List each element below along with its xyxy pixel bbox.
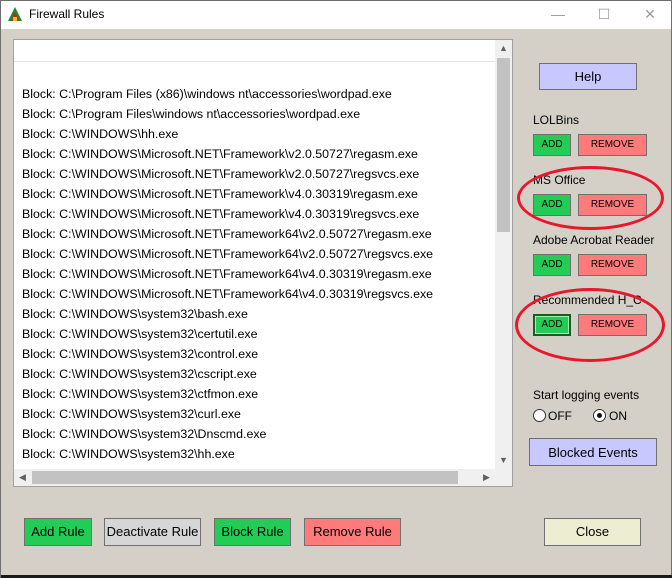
rule-list-item[interactable]: Block: C:\WINDOWS\system32\certutil.exe	[22, 324, 433, 344]
rule-list-item[interactable]: Block: C:\WINDOWS\system32\curl.exe	[22, 404, 433, 424]
deactivate-rule-button[interactable]: Deactivate Rule	[104, 518, 201, 546]
recommended-add-button[interactable]: ADD	[533, 314, 571, 336]
group-label-lolbins: LOLBins	[533, 113, 580, 127]
lolbins-remove-button[interactable]: REMOVE	[578, 134, 647, 156]
lolbins-add-button[interactable]: ADD	[533, 134, 571, 156]
logging-off-option[interactable]: OFF	[533, 408, 577, 424]
rule-list-item[interactable]: Block: C:\WINDOWS\Microsoft.NET\Framewor…	[22, 284, 433, 304]
rule-list-item[interactable]: Block: C:\WINDOWS\system32\control.exe	[22, 344, 433, 364]
rule-list-item[interactable]: Block: C:\WINDOWS\Microsoft.NET\Framewor…	[22, 144, 433, 164]
blocked-events-button[interactable]: Blocked Events	[529, 438, 657, 466]
help-button[interactable]: Help	[539, 63, 637, 90]
rule-list-item[interactable]: Block: C:\WINDOWS\system32\bash.exe	[22, 304, 433, 324]
ms-office-remove-button[interactable]: REMOVE	[578, 194, 647, 216]
rule-list-item[interactable]: Block: C:\WINDOWS\system32\hh.exe	[22, 444, 433, 464]
rules-listbox[interactable]: Block: C:\Program Files (x86)\windows nt…	[13, 39, 513, 487]
rule-list-item[interactable]: Block: C:\WINDOWS\Microsoft.NET\Framewor…	[22, 244, 433, 264]
add-rule-button[interactable]: Add Rule	[24, 518, 92, 546]
radio-off-icon[interactable]	[533, 409, 546, 422]
rule-list-item[interactable]: Block: C:\WINDOWS\Microsoft.NET\Framewor…	[22, 204, 433, 224]
horizontal-scrollbar[interactable]: ◀ ▶	[14, 469, 495, 486]
scroll-up-arrow-icon[interactable]: ▲	[495, 40, 512, 57]
list-first-row[interactable]	[14, 40, 495, 62]
block-rule-button[interactable]: Block Rule	[214, 518, 291, 546]
logging-off-label: OFF	[548, 409, 572, 423]
radio-on-icon[interactable]	[593, 409, 606, 422]
rule-list-item[interactable]: Block: C:\WINDOWS\system32\cscript.exe	[22, 364, 433, 384]
rule-list-item[interactable]: Block: C:\WINDOWS\Microsoft.NET\Framewor…	[22, 184, 433, 204]
logging-label: Start logging events	[533, 388, 640, 402]
scroll-left-arrow-icon[interactable]: ◀	[14, 469, 31, 486]
rule-list-item[interactable]: Block: C:\WINDOWS\system32\ctfmon.exe	[22, 384, 433, 404]
rule-list-item[interactable]: Block: C:\WINDOWS\Microsoft.NET\Framewor…	[22, 164, 433, 184]
rule-list-item[interactable]: Block: C:\Program Files\windows nt\acces…	[22, 104, 433, 124]
group-label-ms-office: MS Office	[533, 173, 586, 187]
rule-list-item[interactable]: Block: C:\WINDOWS\Microsoft.NET\Framewor…	[22, 224, 433, 244]
maximize-button[interactable]: ☐	[581, 1, 627, 29]
adobe-add-button[interactable]: ADD	[533, 254, 571, 276]
ms-office-add-button[interactable]: ADD	[533, 194, 571, 216]
app-icon	[7, 6, 23, 22]
rules-list-viewport: Block: C:\Program Files (x86)\windows nt…	[14, 40, 495, 469]
recommended-remove-button[interactable]: REMOVE	[578, 314, 647, 336]
group-label-adobe-acrobat-reader: Adobe Acrobat Reader	[533, 233, 655, 247]
title-bar[interactable]: Firewall Rules — ☐ ✕	[1, 1, 671, 29]
logging-on-label: ON	[609, 409, 627, 423]
scroll-right-arrow-icon[interactable]: ▶	[478, 469, 495, 486]
window-title: Firewall Rules	[29, 7, 105, 21]
adobe-remove-button[interactable]: REMOVE	[578, 254, 647, 276]
close-window-button[interactable]: ✕	[627, 1, 672, 29]
rule-list-item[interactable]: Block: C:\Program Files (x86)\windows nt…	[22, 84, 433, 104]
rules-list: Block: C:\Program Files (x86)\windows nt…	[22, 84, 433, 464]
horizontal-scroll-thumb[interactable]	[32, 471, 458, 484]
rule-list-item[interactable]: Block: C:\WINDOWS\system32\Dnscmd.exe	[22, 424, 433, 444]
rule-list-item[interactable]: Block: C:\WINDOWS\Microsoft.NET\Framewor…	[22, 264, 433, 284]
firewall-rules-window: Firewall Rules — ☐ ✕ Block: C:\Program F…	[0, 0, 672, 578]
close-button[interactable]: Close	[544, 518, 641, 546]
scroll-down-arrow-icon[interactable]: ▼	[495, 452, 512, 469]
group-label-recommended-hc: Recommended H_C	[533, 293, 642, 307]
vertical-scroll-thumb[interactable]	[497, 58, 510, 232]
logging-on-option[interactable]: ON	[593, 408, 633, 424]
scrollbar-corner	[495, 469, 512, 486]
rule-list-item[interactable]: Block: C:\WINDOWS\hh.exe	[22, 124, 433, 144]
vertical-scrollbar[interactable]: ▲ ▼	[495, 40, 512, 469]
minimize-button[interactable]: —	[535, 1, 581, 29]
radio-selected-dot	[597, 413, 602, 418]
remove-rule-button[interactable]: Remove Rule	[304, 518, 401, 546]
